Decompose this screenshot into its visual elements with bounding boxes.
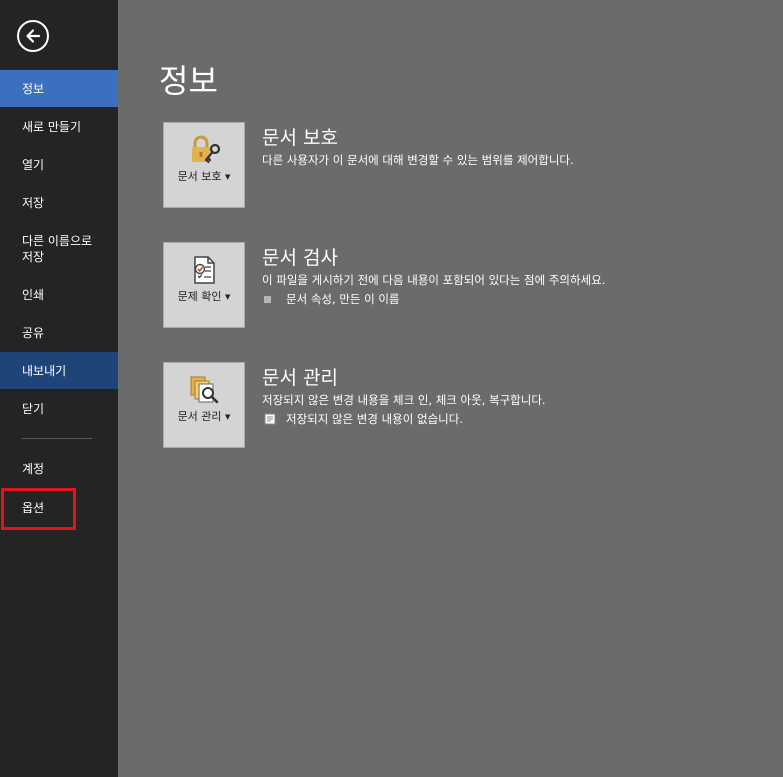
document-search-icon [190, 376, 219, 404]
manage-bullet: 저장되지 않은 변경 내용이 없습니다. [264, 411, 463, 427]
sidebar-item-save[interactable]: 저장 [0, 184, 118, 221]
sidebar-item-label: 열기 [22, 157, 45, 172]
sidebar-item-account[interactable]: 계정 [0, 450, 118, 487]
sidebar-item-label: 계정 [22, 461, 45, 476]
page-title: 정보 [159, 62, 218, 100]
lock-key-icon [192, 135, 221, 164]
inspect-document-description: 이 파일을 게시하기 전에 다음 내용이 포함되어 있다는 점에 주의하세요. [262, 273, 606, 287]
protect-document-button-label: 문서 보호 ▼ [177, 170, 231, 183]
sidebar-item-export[interactable]: 내보내기 [0, 352, 118, 389]
protect-document-title: 문서 보호 [262, 127, 338, 149]
sidebar-item-label: 공유 [22, 325, 45, 340]
checklist-icon [194, 256, 215, 284]
bullet-square-icon [264, 295, 271, 303]
sidebar-item-label: 다른 이름으로 저장 [22, 234, 93, 264]
backstage-sidebar: 정보 새로 만들기 열기 저장 다른 이름으로 저장 인쇄 공유 내보내기 닫기… [0, 0, 118, 777]
back-arrow-icon [26, 29, 41, 43]
sidebar-item-open[interactable]: 열기 [0, 146, 118, 183]
inspect-document-title: 문서 검사 [262, 247, 338, 269]
manage-document-button-label: 문서 관리 ▼ [177, 410, 231, 423]
sidebar-item-share[interactable]: 공유 [0, 314, 118, 351]
sidebar-item-label: 저장 [22, 195, 45, 210]
document-status-icon [264, 413, 276, 425]
sidebar-item-label: 새로 만들기 [22, 119, 82, 134]
protect-document-button[interactable]: 문서 보호 ▼ [163, 122, 245, 208]
manage-document-button[interactable]: 문서 관리 ▼ [163, 362, 245, 448]
sidebar-item-save-as[interactable]: 다른 이름으로 저장 [0, 226, 118, 272]
sidebar-item-new[interactable]: 새로 만들기 [0, 108, 118, 145]
inspect-bullet: 문서 속성, 만든 이 이름 [264, 291, 400, 307]
sidebar-divider [22, 438, 92, 439]
check-for-issues-button-label: 문제 확인 ▼ [177, 290, 231, 303]
sidebar-item-label: 닫기 [22, 401, 45, 416]
sidebar-item-print[interactable]: 인쇄 [0, 276, 118, 313]
options-highlight-box [1, 488, 76, 530]
sidebar-item-info[interactable]: 정보 [0, 70, 118, 107]
sidebar-item-label: 내보내기 [22, 363, 67, 378]
sidebar-item-label: 정보 [22, 81, 45, 96]
protect-document-description: 다른 사용자가 이 문서에 대해 변경할 수 있는 범위를 제어합니다. [262, 153, 574, 167]
sidebar-item-close[interactable]: 닫기 [0, 390, 118, 427]
back-button[interactable] [17, 20, 49, 52]
sidebar-item-label: 인쇄 [22, 287, 45, 302]
manage-document-description: 저장되지 않은 변경 내용을 체크 인, 체크 아웃, 복구합니다. [262, 393, 546, 407]
manage-document-title: 문서 관리 [262, 367, 338, 389]
check-for-issues-button[interactable]: 문제 확인 ▼ [163, 242, 245, 328]
